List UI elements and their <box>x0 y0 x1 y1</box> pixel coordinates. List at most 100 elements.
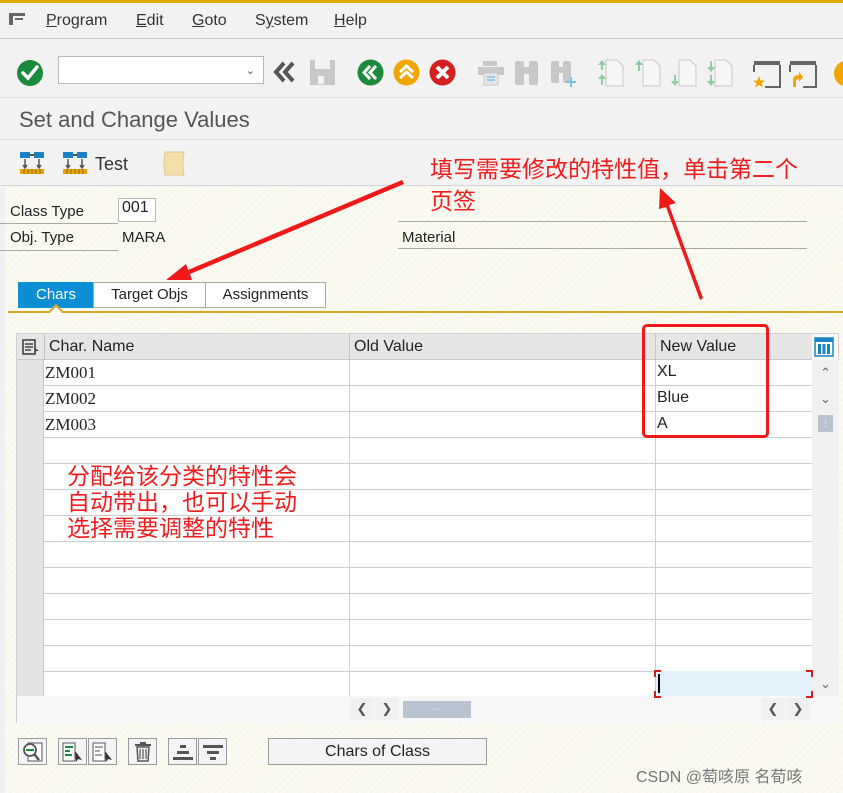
cell-new-value[interactable] <box>656 490 812 515</box>
execute-icon[interactable] <box>19 151 45 175</box>
print-icon[interactable] <box>477 60 505 86</box>
cell-old-value[interactable] <box>350 386 656 411</box>
focus-corner <box>806 691 813 698</box>
cancel-icon[interactable] <box>429 59 456 86</box>
cell-char-name[interactable] <box>44 620 350 645</box>
cell-new-value[interactable] <box>656 464 812 489</box>
menu-program[interactable]: Program <box>46 12 107 30</box>
table-row[interactable] <box>44 542 812 568</box>
cell-old-value[interactable] <box>350 516 656 541</box>
obj-type-description: Material <box>402 229 456 246</box>
table-row[interactable] <box>44 568 812 594</box>
cell-char-name[interactable]: ZM003 <box>44 412 350 437</box>
vertical-scrollbar[interactable]: ⌃ ⌄ ⋮ ⌃ <box>812 360 839 696</box>
cell-char-name[interactable] <box>44 646 350 671</box>
sort-ascending-icon <box>173 745 193 760</box>
last-page-icon[interactable] <box>706 59 734 88</box>
save-icon[interactable] <box>309 59 336 86</box>
exit-icon[interactable] <box>393 59 420 86</box>
scroll-down-icon[interactable]: ⌄ <box>812 386 839 412</box>
class-type-field[interactable]: 001 <box>118 198 156 222</box>
deselect-all-button[interactable] <box>88 738 117 765</box>
chevron-down-icon[interactable]: ⌄ <box>246 64 255 77</box>
scroll-left-icon[interactable]: ❮ <box>350 698 374 720</box>
cell-new-value[interactable] <box>656 542 812 567</box>
cell-old-value[interactable] <box>350 620 656 645</box>
back-icon[interactable] <box>357 59 384 86</box>
system-menu-icon[interactable] <box>9 13 25 25</box>
sort-descending-button[interactable] <box>198 738 227 765</box>
menu-system[interactable]: System <box>255 12 308 30</box>
active-input-cell[interactable] <box>656 671 812 696</box>
table-row[interactable] <box>44 646 812 672</box>
column-layout-icon[interactable] <box>814 337 834 357</box>
horizontal-scrollbar[interactable]: ❮ ❯ ⋯ ❮ ❯ <box>17 696 839 723</box>
cell-new-value[interactable] <box>656 620 812 645</box>
cell-char-name[interactable] <box>44 438 350 463</box>
scroll-page-down-icon[interactable]: ⌄ <box>812 671 839 697</box>
cell-old-value[interactable] <box>350 490 656 515</box>
select-all-button[interactable] <box>58 738 87 765</box>
table-settings-icon[interactable] <box>22 339 40 355</box>
test-run-icon[interactable] <box>62 151 88 175</box>
cell-char-name[interactable]: ZM002 <box>44 386 350 411</box>
cell-char-name[interactable] <box>44 542 350 567</box>
note-icon[interactable] <box>162 151 185 176</box>
cell-old-value[interactable] <box>350 646 656 671</box>
cell-new-value[interactable] <box>656 646 812 671</box>
back-double-icon[interactable] <box>272 61 298 83</box>
cell-char-name[interactable] <box>44 568 350 593</box>
shortcut-icon[interactable] <box>789 60 817 88</box>
column-header-char-name[interactable]: Char. Name <box>44 334 350 360</box>
menu-help[interactable]: Help <box>334 12 367 30</box>
cell-new-value[interactable] <box>656 516 812 541</box>
details-button[interactable] <box>18 738 47 765</box>
page-title: Set and Change Values <box>19 107 250 132</box>
cell-old-value[interactable] <box>350 438 656 463</box>
horizontal-scroll-thumb[interactable]: ⋯ <box>403 701 471 718</box>
tab-target-objs[interactable]: Target Objs <box>93 282 206 308</box>
focus-corner <box>806 670 813 677</box>
scroll-thumb[interactable]: ⋮ <box>818 415 833 432</box>
sort-ascending-button[interactable] <box>168 738 197 765</box>
cell-old-value[interactable] <box>350 568 656 593</box>
enter-icon[interactable] <box>16 59 44 87</box>
column-header-old-value[interactable]: Old Value <box>350 334 656 360</box>
chars-of-class-button[interactable]: Chars of Class <box>268 738 487 765</box>
cell-old-value[interactable] <box>350 542 656 567</box>
scroll-right-icon[interactable]: ❯ <box>375 698 399 720</box>
create-session-icon[interactable] <box>753 60 781 88</box>
cell-old-value[interactable] <box>350 464 656 489</box>
scroll-left-fixed-icon[interactable]: ❮ <box>761 698 785 720</box>
menu-goto[interactable]: Goto <box>192 12 227 30</box>
cell-old-value[interactable] <box>350 594 656 619</box>
cell-char-name[interactable]: ZM001 <box>44 360 350 385</box>
cell-old-value[interactable] <box>350 412 656 437</box>
tab-assignments[interactable]: Assignments <box>205 282 326 308</box>
command-field[interactable]: ⌄ <box>58 56 264 84</box>
cell-char-name[interactable] <box>44 672 350 697</box>
first-page-icon[interactable] <box>597 59 625 88</box>
previous-page-icon[interactable] <box>634 59 662 88</box>
test-button-label[interactable]: Test <box>95 154 128 175</box>
find-next-icon[interactable] <box>549 60 577 88</box>
cell-char-name[interactable] <box>44 594 350 619</box>
cell-old-value[interactable] <box>350 360 656 385</box>
select-all-icon <box>62 742 82 762</box>
table-row[interactable] <box>44 438 812 464</box>
cell-new-value[interactable] <box>656 594 812 619</box>
next-page-icon[interactable] <box>670 59 698 88</box>
cell-old-value[interactable] <box>350 672 656 697</box>
scroll-up-icon[interactable]: ⌃ <box>812 360 839 386</box>
cell-new-value[interactable] <box>656 568 812 593</box>
help-icon[interactable] <box>834 60 843 87</box>
row-selector-column[interactable] <box>17 360 44 696</box>
scroll-right-fixed-icon[interactable]: ❯ <box>786 698 810 720</box>
watermark: CSDN @萄咳原 名荀咳 <box>636 769 803 786</box>
menu-edit[interactable]: Edit <box>136 12 164 30</box>
delete-button[interactable] <box>128 738 157 765</box>
find-icon[interactable] <box>513 60 541 86</box>
cell-new-value[interactable] <box>656 438 812 463</box>
table-row[interactable] <box>44 594 812 620</box>
table-row[interactable] <box>44 620 812 646</box>
